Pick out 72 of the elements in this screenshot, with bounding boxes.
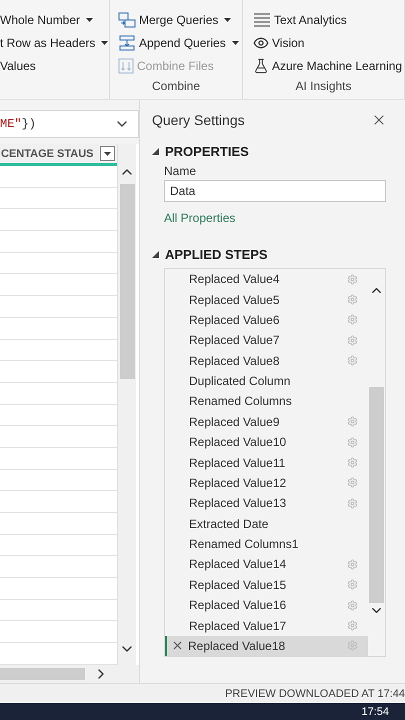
section-heading: PROPERTIES	[165, 144, 249, 159]
gear-icon[interactable]	[347, 436, 358, 448]
applied-step[interactable]: Renamed Columns	[165, 391, 368, 412]
gear-icon[interactable]	[347, 274, 358, 285]
column-header[interactable]: CENTAGE STAUS	[0, 144, 117, 163]
gear-icon[interactable]	[347, 498, 358, 509]
caret-icon	[101, 40, 108, 46]
table-append-icon	[118, 35, 136, 51]
gear-icon[interactable]	[347, 334, 358, 346]
filter-button[interactable]	[100, 146, 115, 161]
applied-step[interactable]: Replaced Value5	[165, 289, 368, 310]
ribbon-command[interactable]: Vision	[253, 33, 404, 53]
lines-icon	[253, 13, 271, 27]
ribbon-command[interactable]: Azure Machine Learning	[253, 56, 404, 76]
delete-icon[interactable]	[171, 639, 184, 652]
applied-step[interactable]: Extracted Date	[165, 514, 368, 534]
formula-bar[interactable]: ME"})	[0, 110, 139, 138]
gear-icon[interactable]	[347, 620, 358, 632]
table-merge-icon	[118, 12, 136, 28]
combine-files-icon	[118, 58, 134, 74]
gear-icon[interactable]	[347, 558, 358, 570]
name-field[interactable]: Data	[164, 180, 386, 202]
field-label: Name	[164, 164, 198, 178]
applied-step[interactable]: Replaced Value17	[165, 615, 368, 636]
gear-icon[interactable]	[347, 355, 358, 366]
applied-step[interactable]: Replaced Value11	[165, 452, 368, 473]
gear-icon[interactable]	[347, 640, 358, 652]
expand-triangle-icon[interactable]	[152, 251, 159, 258]
caret-icon	[232, 40, 239, 46]
eye-icon	[253, 35, 269, 51]
caret-icon	[224, 18, 232, 22]
ribbon-command[interactable]: Text Analytics	[253, 10, 404, 30]
applied-step[interactable]: Replaced Value12	[165, 472, 368, 494]
scrollbar-thumb[interactable]	[369, 387, 384, 603]
all-properties-link[interactable]: All Properties	[164, 211, 236, 225]
gear-icon[interactable]	[347, 477, 358, 488]
scrollbar-thumb[interactable]	[120, 184, 134, 379]
panel-title: Query Settings	[152, 112, 245, 128]
applied-step[interactable]: Replaced Value7	[165, 330, 368, 350]
caret-icon	[86, 18, 94, 22]
applied-step[interactable]: Replaced Value4	[165, 269, 368, 290]
ribbon-command[interactable]: Merge Queries	[118, 10, 242, 30]
caret-icon	[104, 152, 111, 156]
flask-icon	[253, 58, 269, 74]
gear-icon[interactable]	[347, 294, 358, 306]
applied-step[interactable]: Replaced Value8	[165, 350, 368, 371]
gear-icon[interactable]	[347, 579, 358, 590]
applied-step[interactable]: Replaced Value15	[165, 574, 368, 595]
applied-step[interactable]: Replaced Value16	[165, 595, 368, 616]
applied-step[interactable]: Replaced Value18	[165, 636, 368, 656]
ribbon-command[interactable]: Values	[0, 56, 109, 76]
gear-icon[interactable]	[347, 457, 358, 468]
clock: 17:54	[361, 706, 389, 718]
ribbon-command[interactable]: Append Queries	[118, 33, 242, 53]
applied-step[interactable]: Replaced Value13	[165, 493, 368, 514]
ribbon-command[interactable]: Whole Number	[0, 10, 109, 30]
gear-icon[interactable]	[347, 416, 358, 428]
group-label: Combine	[150, 79, 202, 95]
applied-step[interactable]: Renamed Columns1	[165, 534, 368, 554]
expand-triangle-icon[interactable]	[152, 148, 159, 155]
ribbon-command[interactable]: t Row as Headers	[0, 33, 109, 53]
gear-icon[interactable]	[347, 600, 358, 611]
status-text: PREVIEW DOWNLOADED AT 17:44	[225, 688, 405, 700]
applied-step[interactable]: Replaced Value10	[165, 432, 368, 452]
gear-icon[interactable]	[347, 314, 358, 326]
scrollbar-thumb[interactable]	[0, 668, 85, 680]
section-heading: APPLIED STEPS	[165, 247, 268, 262]
applied-step[interactable]: Replaced Value9	[165, 412, 368, 432]
applied-step[interactable]: Duplicated Column	[165, 370, 368, 392]
applied-step[interactable]: Replaced Value14	[165, 554, 368, 575]
applied-step[interactable]: Replaced Value6	[165, 310, 368, 330]
group-label: AI Insights	[294, 79, 353, 95]
